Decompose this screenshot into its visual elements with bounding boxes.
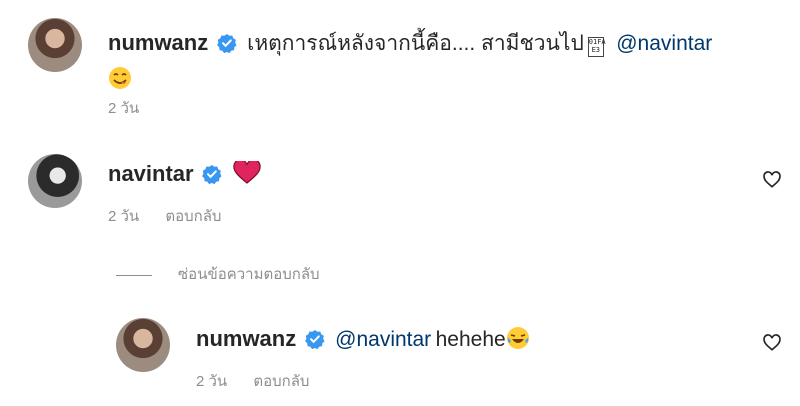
reply-comment: numwanz @navintar hehehe [196, 326, 530, 352]
comment-username[interactable]: numwanz [108, 30, 208, 55]
tears-of-joy-emoji-icon [506, 327, 529, 349]
comment-time[interactable]: 2 วัน [108, 208, 139, 225]
comment-username[interactable]: navintar [108, 161, 194, 186]
reply-button[interactable]: ตอบกลับ [165, 208, 221, 225]
yum-face-emoji-icon [109, 67, 131, 89]
hide-replies-label: ซ่อนข้อความตอบกลับ [178, 266, 320, 283]
hide-replies-button[interactable]: ซ่อนข้อความตอบกลับ [116, 262, 320, 286]
comment-meta: 2 วัน [108, 96, 161, 120]
red-heart-emoji-icon [232, 161, 261, 184]
mention-link[interactable]: @navintar [335, 328, 431, 351]
verified-badge-icon [216, 34, 237, 53]
avatar[interactable] [116, 318, 170, 372]
avatar[interactable] [28, 154, 82, 208]
missing-glyph: 01FA E3 [587, 37, 606, 57]
avatar[interactable] [28, 18, 82, 72]
mention-link[interactable]: @navintar [616, 32, 712, 55]
comment-time[interactable]: 2 วัน [108, 100, 139, 117]
comment-text: hehehe [435, 328, 506, 351]
reply-button[interactable]: ตอบกลับ [253, 373, 309, 390]
comment-time[interactable]: 2 วัน [196, 373, 227, 390]
comment: numwanz เหตุการณ์หลังจากนี้คือ.... สามีช… [108, 27, 768, 91]
verified-badge-icon [304, 330, 325, 349]
like-heart-icon[interactable] [762, 170, 782, 190]
comment: navintar [108, 161, 261, 187]
comment-meta: 2 วัน ตอบกลับ [196, 369, 331, 393]
verified-badge-icon [202, 165, 222, 184]
comment-meta: 2 วัน ตอบกลับ [108, 204, 243, 228]
comment-text: เหตุการณ์หลังจากนี้คือ.... สามีชวนไป [247, 32, 584, 55]
like-heart-icon[interactable] [762, 333, 782, 353]
divider-line [116, 274, 152, 276]
comment-username[interactable]: numwanz [196, 326, 296, 351]
